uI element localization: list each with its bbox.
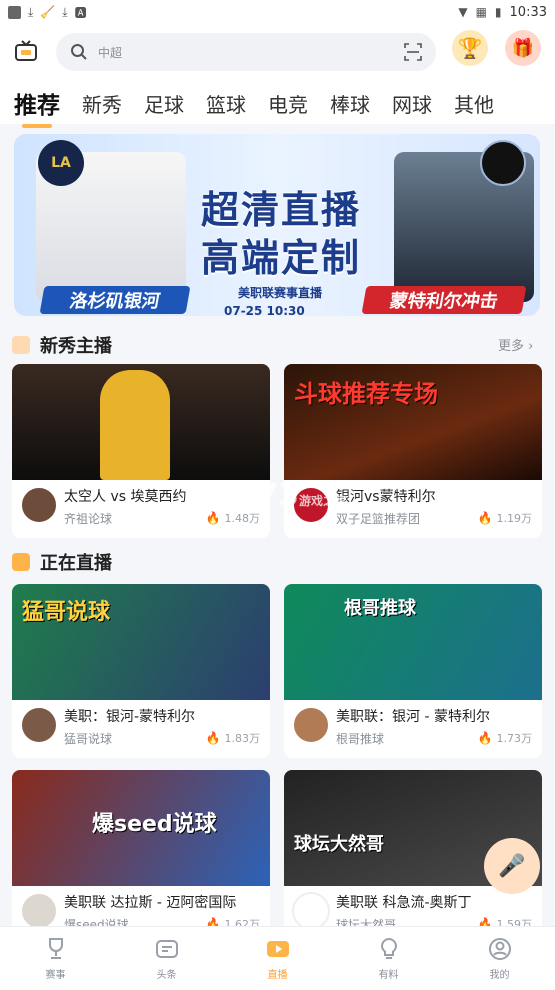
broom-icon: 🧹 [40, 5, 56, 19]
la-galaxy-logo: LA [38, 140, 84, 186]
live-card-2[interactable]: 根哥推球 美职联：银河 - 蒙特利尔 根哥推球 🔥 1.73万 [284, 584, 542, 758]
nav-label: 有料 [378, 970, 399, 981]
tab-baseball[interactable]: 棒球 [330, 89, 370, 118]
tv-icon[interactable] [14, 40, 38, 62]
card-author: 双子足篮推荐团 [336, 512, 421, 526]
section-new-title: 新秀主播 [12, 332, 112, 358]
card-thumbnail: 爆seed说球 [12, 770, 270, 886]
trophy-nav-icon [48, 938, 63, 959]
nav-events[interactable]: 赛事 [0, 927, 111, 990]
scan-icon[interactable] [404, 43, 422, 61]
team-left-label: 洛杉矶银河 [39, 286, 191, 314]
flame-icon: 🔥 [205, 731, 221, 745]
battery-icon: ▮ [494, 5, 502, 19]
live-card-1[interactable]: 猛哥说球 美职：银河-蒙特利尔 猛哥说球 🔥 1.83万 [12, 584, 270, 758]
download-icon-2: ⤓ [62, 4, 68, 19]
profile-icon [488, 938, 511, 960]
nav-tips[interactable]: 有料 [333, 927, 444, 990]
live-card-3[interactable]: 爆seed说球 美职联 达拉斯 - 迈阿密国际 爆seed说球 🔥 1.62万 [12, 770, 270, 944]
flame-icon: 🔥 [477, 731, 493, 745]
no-sim-icon: ▦ [475, 5, 487, 19]
tab-esports[interactable]: 电竞 [268, 89, 308, 118]
microphone-float-button[interactable]: 🎤 [484, 838, 540, 894]
tab-football[interactable]: 足球 [144, 89, 184, 118]
live-play-icon [12, 553, 30, 571]
section-new-label: 新秀主播 [40, 336, 112, 357]
rookie-icon [12, 336, 30, 354]
status-left: ⤓ 🧹 ⤓ 🅰 [8, 4, 87, 21]
card-title: 美职联 科急流-奥斯丁 [336, 895, 472, 911]
banner-headline: 超清直播 高端定制 [176, 186, 386, 282]
nav-label: 赛事 [45, 970, 66, 981]
status-bar: ⤓ 🧹 ⤓ 🅰 ▼ ▦ ▮ 10:33 [0, 0, 555, 24]
wifi-icon: ▼ [458, 5, 468, 19]
avatar [20, 486, 58, 524]
anchor-card-1[interactable]: 太空人 vs 埃莫西约 齐祖论球 🔥 1.48万 [12, 364, 270, 538]
header: 中超 🏆 🎁 推荐 新秀 足球 篮球 电竞 棒球 网球 其他 [0, 24, 555, 128]
status-right: ▼ ▦ ▮ 10:33 [458, 5, 547, 20]
live-tv-icon [266, 941, 289, 957]
nav-live[interactable]: 直播 [222, 927, 333, 990]
team-right-label: 蒙特利尔冲击 [361, 286, 527, 314]
search-icon [71, 44, 87, 60]
card-views: 🔥 1.83万 [205, 731, 260, 745]
trophy-icon[interactable]: 🏆 [452, 30, 488, 66]
news-icon [155, 940, 178, 958]
card-thumbnail: 猛哥说球 [12, 584, 270, 700]
nav-label: 头条 [156, 970, 177, 981]
card-thumbnail: 斗球推荐专场 [284, 364, 542, 480]
tab-rookie[interactable]: 新秀 [82, 89, 122, 118]
card-title: 美职联：银河 - 蒙特利尔 [336, 709, 490, 725]
avatar [20, 892, 58, 930]
card-author: 根哥推球 [336, 732, 385, 746]
nav-me[interactable]: 我的 [444, 927, 555, 990]
tab-basketball[interactable]: 篮球 [206, 89, 246, 118]
flame-icon: 🔥 [477, 511, 493, 525]
search-placeholder: 中超 [98, 45, 123, 60]
card-title: 美职：银河-蒙特利尔 [64, 709, 196, 725]
nav-label: 直播 [267, 970, 288, 981]
bottom-nav: 赛事 头条 直播 有料 我的 [0, 926, 555, 990]
card-title: 银河vs蒙特利尔 [336, 489, 436, 505]
card-author: 齐祖论球 [64, 512, 113, 526]
section-live-label: 正在直播 [40, 553, 112, 574]
app-root: ⤓ 🧹 ⤓ 🅰 ▼ ▦ ▮ 10:33 中超 🏆 🎁 推荐 新秀 足球 篮球 电… [0, 0, 555, 990]
tab-other[interactable]: 其他 [454, 89, 494, 118]
avatar [20, 706, 58, 744]
gift-icon[interactable]: 🎁 [505, 30, 541, 66]
banner-subtitle: 美职联赛事直播 [237, 286, 322, 300]
avatar [292, 706, 330, 744]
card-thumbnail [12, 364, 270, 480]
category-tabs: 推荐 新秀 足球 篮球 电竞 棒球 网球 其他 [0, 84, 555, 128]
tab-tennis[interactable]: 网球 [392, 89, 432, 118]
flame-icon: 🔥 [205, 511, 221, 525]
font-a-icon: 🅰 [74, 5, 87, 20]
k73-watermark: K73游戏之家 [234, 478, 348, 513]
section-live-title: 正在直播 [12, 549, 112, 575]
banner-headline-2: 高端定制 [200, 236, 361, 280]
card-author: 猛哥说球 [64, 732, 113, 746]
nav-label: 我的 [489, 970, 510, 981]
nav-headlines[interactable]: 头条 [111, 927, 222, 990]
avatar [292, 892, 330, 930]
status-time: 10:33 [509, 4, 547, 20]
download-icon: ⤓ [28, 4, 34, 19]
search-bar[interactable]: 中超 [56, 33, 436, 71]
banner-date: 07-25 10:30 [224, 304, 305, 316]
montreal-logo [480, 140, 526, 186]
more-link[interactable]: 更多 › [498, 335, 533, 354]
promo-banner[interactable]: LA 超清直播 高端定制 美职联赛事直播 洛杉矶银河 蒙特利尔冲击 07-25 … [14, 134, 540, 316]
card-title: 美职联 达拉斯 - 迈阿密国际 [64, 895, 237, 911]
card-thumbnail: 根哥推球 [284, 584, 542, 700]
card-views: 🔥 1.19万 [477, 511, 532, 525]
banner-headline-1: 超清直播 [200, 188, 361, 232]
bulb-icon [380, 937, 397, 959]
app-notification-icon [8, 5, 21, 19]
card-views: 🔥 1.73万 [477, 731, 532, 745]
tab-recommend[interactable]: 推荐 [14, 86, 60, 128]
